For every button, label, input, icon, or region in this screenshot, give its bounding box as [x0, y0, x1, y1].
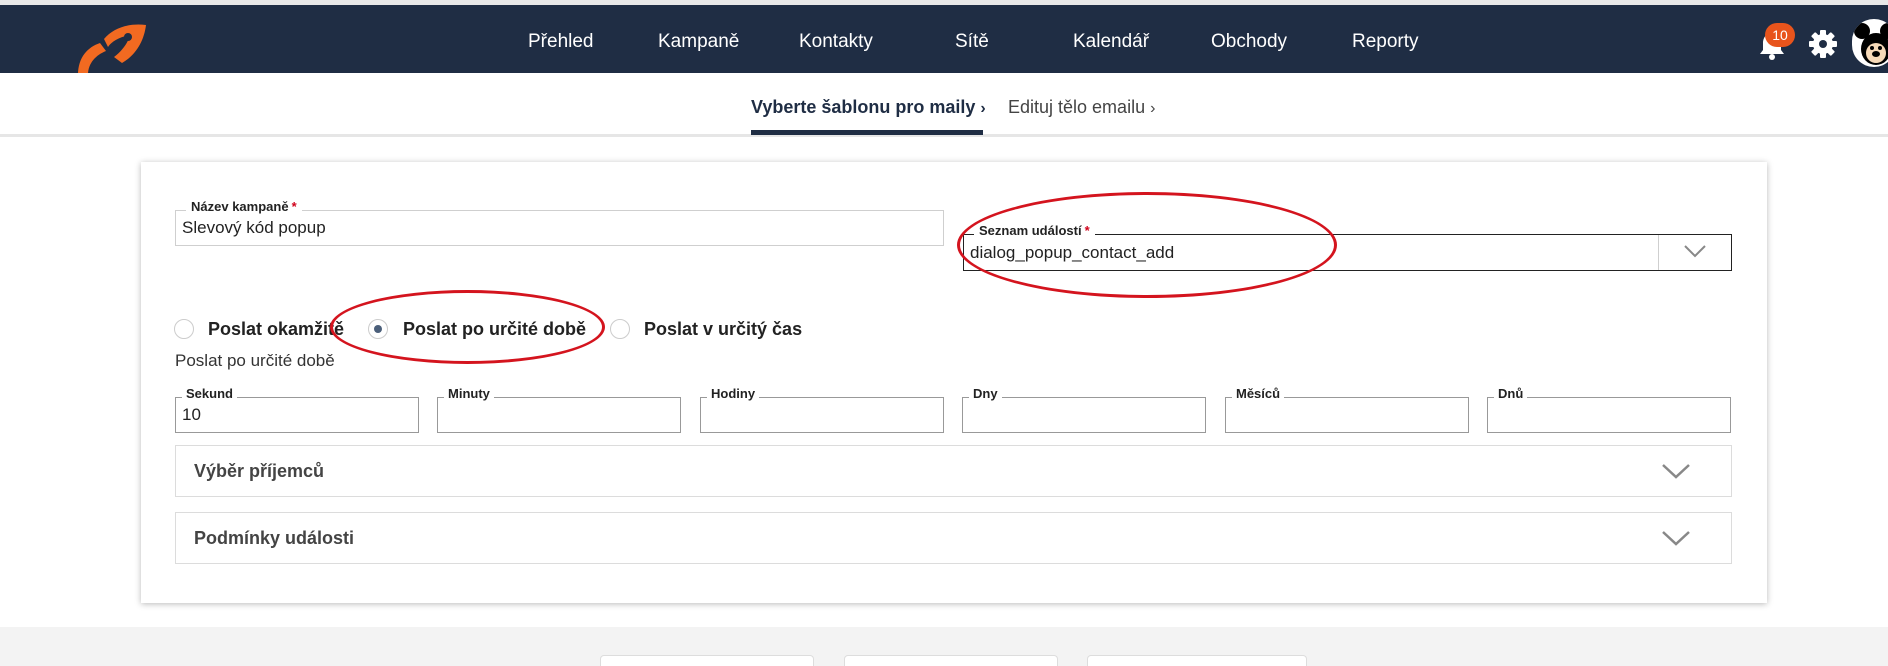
recipients-accordion[interactable]: Výběr příjemců [175, 445, 1732, 497]
campaign-name-field[interactable]: Název kampaně * Slevový kód popup [175, 199, 944, 246]
user-avatar[interactable] [1852, 19, 1888, 67]
minutes-label: Minuty [444, 386, 494, 401]
seconds-label: Sekund [182, 386, 237, 401]
active-step-underline [751, 130, 983, 135]
minutes-input[interactable]: Minuty [437, 386, 681, 433]
step-edit-body-label: Edituj tělo emailu [1008, 97, 1146, 117]
days-of-month-label: Dnů [1494, 386, 1528, 401]
event-conditions-accordion-title: Podmínky události [194, 528, 355, 548]
radio-send-at-time[interactable] [610, 319, 630, 339]
nav-item-kontakty[interactable]: Kontakty [799, 31, 873, 53]
hours-input[interactable]: Hodiny [700, 386, 944, 433]
wizard-steps: Vyberte šablonu pro maily › Edituj tělo e… [0, 73, 1888, 137]
step-select-template[interactable]: Vyberte šablonu pro maily › [751, 97, 986, 118]
nav-item-site[interactable]: Sítě [955, 31, 989, 53]
nav-item-kampane[interactable]: Kampaně [658, 31, 739, 53]
rocket-logo-icon[interactable] [70, 19, 150, 75]
top-navigation-bar: Přehled Kampaně Kontakty Sítě Kalendář O… [0, 0, 1888, 75]
step-select-template-label: Vyberte šablonu pro maily [751, 97, 976, 117]
step-edit-body[interactable]: Edituj tělo emailu › [1008, 97, 1155, 118]
months-input[interactable]: Měsíců [1225, 386, 1469, 433]
recipients-accordion-title: Výběr příjemců [194, 461, 325, 481]
days-label: Dny [969, 386, 1002, 401]
chevron-right-icon: › [1150, 100, 1156, 117]
annotation-ellipse-send-after-delay [330, 290, 605, 364]
gear-icon[interactable] [1808, 29, 1838, 59]
months-label: Měsíců [1232, 386, 1285, 401]
nav-item-obchody[interactable]: Obchody [1211, 31, 1287, 53]
select-divider [1658, 235, 1659, 270]
annotation-ellipse-event-list [957, 192, 1337, 298]
event-conditions-accordion[interactable]: Podmínky události [175, 512, 1732, 564]
campaign-name-value: Slevový kód popup [182, 218, 326, 237]
radio-send-immediately[interactable] [174, 319, 194, 339]
action-button[interactable] [600, 655, 814, 666]
nav-item-reporty[interactable]: Reporty [1352, 31, 1419, 53]
notification-badge: 10 [1765, 23, 1795, 47]
mickey-avatar-icon [1854, 23, 1888, 65]
nav-item-kalendar[interactable]: Kalendář [1073, 31, 1149, 53]
chevron-down-icon[interactable] [1661, 462, 1691, 480]
radio-send-at-time-label[interactable]: Poslat v určitý čas [644, 319, 802, 340]
nav-item-prehled[interactable]: Přehled [528, 31, 594, 53]
seconds-value: 10 [182, 405, 201, 424]
chevron-down-icon[interactable] [1683, 243, 1707, 259]
radio-send-immediately-label[interactable]: Poslat okamžitě [208, 319, 344, 340]
seconds-input[interactable]: Sekund 10 [175, 386, 419, 433]
chevron-down-icon[interactable] [1661, 529, 1691, 547]
delay-section-title: Poslat po určité době [175, 351, 335, 370]
chevron-right-icon: › [980, 100, 986, 117]
days-input[interactable]: Dny [962, 386, 1206, 433]
hours-label: Hodiny [707, 386, 760, 401]
action-button[interactable] [1087, 655, 1307, 666]
action-button[interactable] [844, 655, 1058, 666]
days-of-month-input[interactable]: Dnů [1487, 386, 1731, 433]
campaign-name-label: Název kampaně * [186, 199, 302, 214]
